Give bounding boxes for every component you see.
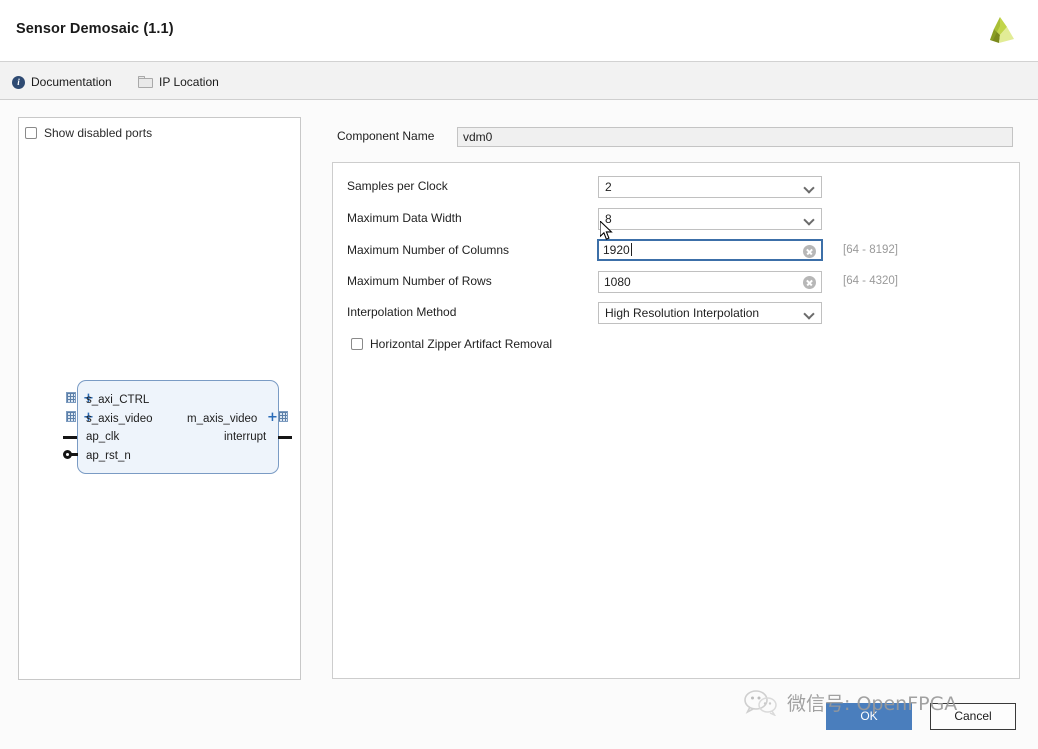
zipper-artifact-removal-box[interactable]: [351, 338, 363, 350]
maximum-columns-value: 1920: [603, 243, 630, 257]
port-label-m-axis-video: m_axis_video: [187, 413, 258, 425]
param-label-maximum-data-width: Maximum Data Width: [347, 211, 462, 225]
chevron-down-icon: [805, 184, 814, 190]
ip-location-label: IP Location: [159, 75, 219, 89]
param-row-samples-per-clock: Samples per Clock 2: [347, 176, 1007, 198]
chevron-down-icon: [805, 216, 814, 222]
param-label-interpolation-method: Interpolation Method: [347, 305, 457, 319]
chevron-down-icon: [805, 310, 814, 316]
show-disabled-ports-label: Show disabled ports: [44, 126, 153, 140]
dialog-body: Show disabled ports + + + s_axi_CTRL s_a…: [0, 100, 1038, 681]
parameters-panel: Samples per Clock 2 Maximum Data Width 8…: [332, 162, 1020, 679]
bus-connector-icon-s-axi-ctrl: [66, 392, 76, 403]
maximum-rows-input[interactable]: 1080: [598, 271, 822, 293]
expand-plus-icon-m-axis-video[interactable]: +: [267, 411, 278, 424]
pin-icon-ap-clk: [63, 436, 77, 439]
ip-location-link[interactable]: IP Location: [138, 73, 219, 91]
maximum-rows-value: 1080: [604, 275, 631, 289]
page-title: Sensor Demosaic (1.1): [16, 21, 174, 37]
toolbar: i Documentation IP Location: [0, 62, 1038, 100]
param-label-samples-per-clock: Samples per Clock: [347, 179, 448, 193]
component-name-row: Component Name vdm0: [337, 127, 1013, 147]
port-label-ap-rst-n: ap_rst_n: [86, 450, 131, 462]
clear-icon-maximum-rows[interactable]: [803, 276, 816, 289]
samples-per-clock-combobox[interactable]: 2: [598, 176, 822, 198]
documentation-link[interactable]: i Documentation: [12, 73, 112, 91]
port-label-interrupt: interrupt: [224, 431, 267, 443]
ip-block-symbol: + + + s_axi_CTRL s_axis_video ap_clk ap_…: [59, 365, 294, 475]
param-hint-maximum-rows: [64 - 4320]: [843, 275, 898, 287]
maximum-data-width-value: 8: [605, 212, 612, 226]
show-disabled-ports-box[interactable]: [25, 127, 37, 139]
documentation-label: Documentation: [31, 75, 112, 89]
ok-button[interactable]: OK: [826, 703, 912, 730]
param-row-interpolation-method: Interpolation Method High Resolution Int…: [347, 302, 1007, 324]
dialog-title-bar: Sensor Demosaic (1.1): [0, 0, 1038, 62]
info-icon: i: [12, 75, 25, 89]
param-label-maximum-columns: Maximum Number of Columns: [347, 243, 510, 257]
interpolation-method-value: High Resolution Interpolation: [605, 306, 760, 320]
clear-icon-maximum-columns[interactable]: [803, 245, 816, 258]
show-disabled-ports-checkbox[interactable]: Show disabled ports: [25, 126, 152, 140]
param-hint-maximum-columns: [64 - 8192]: [843, 244, 898, 256]
zipper-artifact-removal-checkbox[interactable]: Horizontal Zipper Artifact Removal: [351, 337, 552, 351]
bus-connector-icon-s-axis-video: [66, 411, 76, 422]
port-label-s-axi-ctrl: s_axi_CTRL: [86, 394, 150, 406]
xilinx-logo-icon: [980, 13, 1020, 51]
param-row-maximum-rows: Maximum Number of Rows 1080 [64 - 4320]: [347, 271, 1007, 293]
cancel-button[interactable]: Cancel: [930, 703, 1016, 730]
component-name-input[interactable]: vdm0: [457, 127, 1013, 147]
maximum-columns-input[interactable]: 1920: [597, 239, 823, 261]
port-label-ap-clk: ap_clk: [86, 431, 120, 443]
port-label-s-axis-video: s_axis_video: [86, 413, 153, 425]
zipper-artifact-removal-label: Horizontal Zipper Artifact Removal: [370, 337, 553, 351]
param-row-maximum-columns: Maximum Number of Columns 1920 [64 - 819…: [347, 239, 1007, 262]
folder-icon: [138, 76, 153, 88]
dialog-button-bar: OK Cancel: [0, 681, 1038, 749]
samples-per-clock-value: 2: [605, 180, 612, 194]
ports-diagram-panel: Show disabled ports + + + s_axi_CTRL s_a…: [18, 117, 301, 680]
param-row-maximum-data-width: Maximum Data Width 8: [347, 208, 1007, 230]
interpolation-method-combobox[interactable]: High Resolution Interpolation: [598, 302, 822, 324]
maximum-data-width-combobox[interactable]: 8: [598, 208, 822, 230]
component-name-label: Component Name: [337, 129, 435, 143]
pin-icon-interrupt: [278, 436, 292, 439]
bus-connector-icon-m-axis-video: [278, 411, 288, 422]
param-label-maximum-rows: Maximum Number of Rows: [347, 274, 492, 288]
pin-icon-ap-rst-n: [63, 450, 78, 459]
